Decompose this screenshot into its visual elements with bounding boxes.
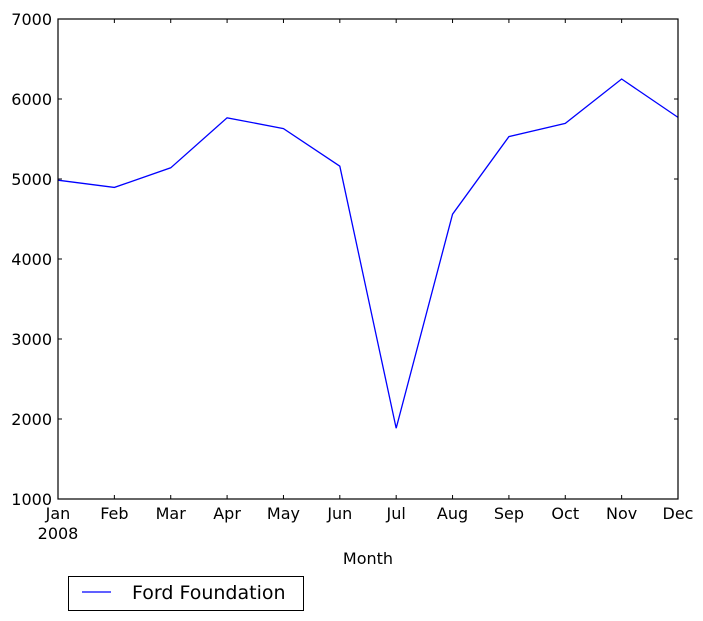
- y-tick-label: 2000: [11, 410, 52, 429]
- x-axis-year-label: 2008: [38, 524, 79, 543]
- y-tick-label: 5000: [11, 170, 52, 189]
- x-tick-label: Feb: [100, 504, 128, 523]
- axes-frame: [57, 18, 679, 500]
- line-chart: Jan Feb Mar Apr May Jun Jul Aug Sep Oct Nov Dec 100…: [11, 10, 694, 611]
- y-tick-label: 7000: [11, 10, 52, 29]
- x-tick-label: May: [267, 504, 300, 523]
- y-tick-label: 3000: [11, 330, 52, 349]
- x-tick-label: Dec: [663, 504, 694, 523]
- x-tick-label: Jun: [326, 504, 352, 523]
- y-tick-label: 4000: [11, 250, 52, 269]
- x-axis-ticks: Jan Feb Mar Apr May Jun Jul Aug Sep Oct Nov Dec: [45, 19, 694, 523]
- legend-label: Ford Foundation: [132, 582, 286, 604]
- legend: Ford Foundation: [68, 576, 304, 611]
- y-tick-label: 1000: [11, 490, 52, 509]
- x-tick-label: Aug: [437, 504, 468, 523]
- x-tick-label: Oct: [551, 504, 579, 523]
- x-tick-label: Mar: [156, 504, 187, 523]
- series-line-ford-foundation: [57, 78, 679, 429]
- y-tick-label: 6000: [11, 90, 52, 109]
- y-axis-ticks: 1000 2000 3000 4000 5000 6000 7000: [11, 10, 678, 509]
- x-tick-label: Apr: [213, 504, 241, 523]
- x-tick-label: Sep: [494, 504, 524, 523]
- x-tick-label: Jul: [386, 504, 406, 523]
- plot-area: [57, 18, 679, 500]
- x-tick-label: Nov: [606, 504, 637, 523]
- x-axis-label: Month: [343, 549, 393, 568]
